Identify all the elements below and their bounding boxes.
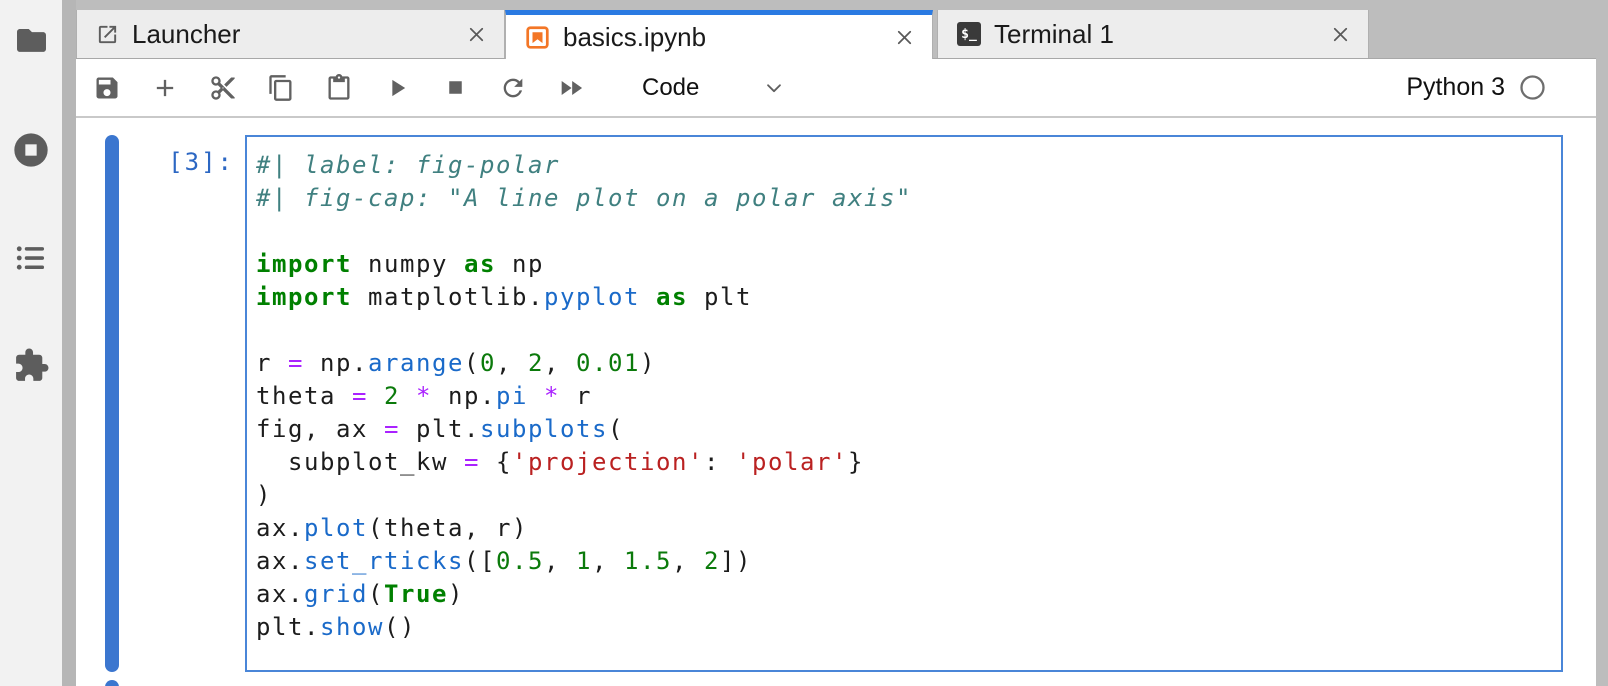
play-icon [383,74,411,102]
code-line: subplot_kw = {'projection': 'polar'} [256,446,1553,479]
chevron-down-icon [763,77,785,99]
close-icon[interactable] [893,26,916,49]
main-area: Launcher basics.ipynb [76,0,1596,686]
tab-label: Launcher [132,19,455,50]
terminal-icon: $_ [957,22,981,46]
code-line: ax.grid(True) [256,578,1553,611]
stop-circle-icon [11,130,51,170]
clipboard-icon [325,74,353,102]
restart-icon [499,74,527,102]
sidebar-item-running-sessions[interactable] [0,131,62,169]
code-line: ax.set_rticks([0.5, 1, 1.5, 2]) [256,545,1553,578]
left-sidebar [0,0,62,686]
right-edge-strip [1596,0,1608,686]
interrupt-kernel-button[interactable] [426,66,484,110]
save-button[interactable] [78,66,136,110]
sidebar-item-extensions[interactable] [0,346,62,384]
input-collapser[interactable] [105,135,119,672]
fast-forward-icon [557,74,585,102]
sidebar-splitter[interactable] [62,0,76,686]
code-line: import matplotlib.pyplot as plt [256,281,1553,314]
kernel-indicator: Python 3 [1406,73,1546,102]
launcher-icon [96,23,119,46]
plus-icon [151,74,179,102]
cell-type-value: Code [642,74,699,102]
notebook-icon [525,25,550,50]
code-line [256,215,1553,248]
output-collapser[interactable] [105,680,119,686]
sidebar-item-file-browser[interactable] [0,21,62,59]
sidebar-item-table-of-contents[interactable] [0,239,62,277]
save-icon [93,74,121,102]
code-line: ) [256,479,1553,512]
code-line: fig, ax = plt.subplots( [256,413,1553,446]
insert-cell-button[interactable] [136,66,194,110]
tab-basics-ipynb[interactable]: basics.ipynb [505,10,933,59]
code-lines: #| label: fig-polar#| fig-cap: "A line p… [256,149,1553,644]
cut-cells-button[interactable] [194,66,252,110]
restart-kernel-button[interactable] [484,66,542,110]
kernel-name: Python 3 [1406,73,1505,102]
paste-cells-button[interactable] [310,66,368,110]
copy-cells-button[interactable] [252,66,310,110]
code-cell: [3]: #| label: fig-polar#| fig-cap: "A l… [105,135,1563,672]
tab-bar: Launcher basics.ipynb [76,0,1596,59]
copy-icon [267,74,295,102]
scissors-icon [209,74,237,102]
execution-count: [3]: [119,135,245,672]
run-cell-button[interactable] [368,66,426,110]
restart-run-all-button[interactable] [542,66,600,110]
cell-type-dropdown[interactable]: Code [642,74,785,102]
tab-label: Terminal 1 [994,19,1319,50]
tab-label: basics.ipynb [563,22,883,53]
folder-icon [13,22,50,59]
notebook-toolbar: Code Python 3 [76,59,1596,118]
code-line: #| fig-cap: "A line plot on a polar axis… [256,182,1553,215]
code-line: theta = 2 * np.pi * r [256,380,1553,413]
code-line: r = np.arange(0, 2, 0.01) [256,347,1553,380]
stop-icon [443,75,468,100]
code-line: import numpy as np [256,248,1553,281]
close-icon[interactable] [465,23,488,46]
kernel-status-idle-icon[interactable] [1519,74,1546,101]
code-line [256,314,1553,347]
cell-editor[interactable]: #| label: fig-polar#| fig-cap: "A line p… [245,135,1563,672]
tab-launcher[interactable]: Launcher [76,10,505,58]
code-line: #| label: fig-polar [256,149,1553,182]
notebook-content: [3]: #| label: fig-polar#| fig-cap: "A l… [76,120,1596,686]
close-icon[interactable] [1329,23,1352,46]
puzzle-icon [13,347,50,384]
list-icon [14,241,48,275]
tab-terminal-1[interactable]: $_ Terminal 1 [937,10,1369,58]
code-line: ax.plot(theta, r) [256,512,1553,545]
jupyterlab-window: Launcher basics.ipynb [0,0,1608,686]
code-line: plt.show() [256,611,1553,644]
